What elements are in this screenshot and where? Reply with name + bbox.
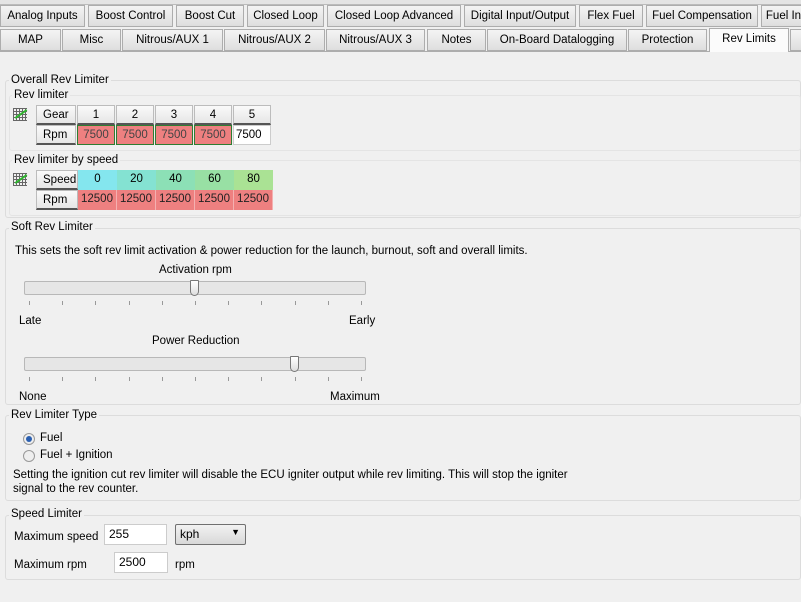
rpm-header: Rpm bbox=[36, 125, 76, 145]
fuel-radio[interactable] bbox=[23, 433, 35, 445]
activation-label: Activation rpm bbox=[159, 264, 232, 276]
tab-fuel-in[interactable]: Fuel In bbox=[761, 5, 801, 27]
slider-tick bbox=[294, 301, 296, 305]
slider-tick bbox=[161, 301, 163, 305]
slider-min-label: Late bbox=[19, 315, 42, 327]
slider-tick bbox=[95, 377, 97, 381]
type-note: Setting the ignition cut rev limiter wil… bbox=[13, 469, 568, 495]
tab-protection[interactable]: Protection bbox=[628, 29, 707, 51]
tab-notes[interactable]: Notes bbox=[427, 29, 486, 51]
group-title: Speed Limiter bbox=[9, 508, 84, 520]
select-value: kph bbox=[180, 527, 200, 541]
rpm-cell[interactable]: 7500 bbox=[77, 125, 115, 145]
tab-digital-input-output[interactable]: Digital Input/Output bbox=[464, 5, 576, 27]
tab-nitrous-aux-1[interactable]: Nitrous/AUX 1 bbox=[122, 29, 223, 51]
rpm-cell[interactable]: 7500 bbox=[233, 125, 271, 145]
tab-fuel-compensation[interactable]: Fuel Compensation bbox=[646, 5, 758, 27]
max-rpm-input[interactable]: 2500 bbox=[114, 552, 168, 573]
tab-boost-cut[interactable]: Boost Cut bbox=[176, 5, 244, 27]
slider-tick bbox=[327, 301, 329, 305]
group-title: Overall Rev Limiter bbox=[9, 74, 111, 86]
tab-rev-limits[interactable]: Rev Limits bbox=[709, 28, 789, 52]
max-speed-input[interactable]: 255 bbox=[104, 524, 167, 545]
slider-tick bbox=[29, 301, 30, 305]
tab-closed-loop-advanced[interactable]: Closed Loop Advanced bbox=[327, 5, 461, 27]
rpm-header: Rpm bbox=[36, 190, 78, 210]
tab-analog-inputs[interactable]: Analog Inputs bbox=[0, 5, 85, 27]
radio-label: Fuel + Ignition bbox=[40, 449, 113, 461]
slider-tick bbox=[195, 301, 196, 305]
table-graph-icon[interactable] bbox=[13, 108, 27, 121]
slider-tick bbox=[261, 301, 263, 305]
group-title: Soft Rev Limiter bbox=[9, 221, 95, 233]
slider-tick bbox=[128, 301, 130, 305]
slider-max-label: Maximum bbox=[330, 391, 380, 403]
rpm-cell[interactable]: 12500 bbox=[117, 190, 156, 210]
slider-min-label: None bbox=[19, 391, 47, 403]
slider-tick bbox=[294, 377, 296, 381]
gear-column-header: 3 bbox=[155, 105, 193, 125]
tab-divider bbox=[0, 51, 801, 52]
slider-tick bbox=[361, 377, 362, 381]
tab-boost-control[interactable]: Boost Control bbox=[88, 5, 173, 27]
slider-tick bbox=[327, 377, 329, 381]
tab-map[interactable]: MAP bbox=[0, 29, 61, 51]
speed-column-header: 80 bbox=[234, 170, 273, 190]
speed-header: Speed bbox=[36, 170, 78, 190]
gear-column-header: 5 bbox=[233, 105, 271, 125]
rpm-cell[interactable]: 7500 bbox=[116, 125, 154, 145]
slider-tick bbox=[195, 377, 196, 381]
chevron-down-icon: ▼ bbox=[231, 527, 240, 537]
soft-description: This sets the soft rev limit activation … bbox=[15, 245, 528, 257]
tab-flex-fuel[interactable]: Flex Fuel bbox=[579, 5, 643, 27]
slider-tick bbox=[261, 377, 263, 381]
slider-track[interactable] bbox=[24, 357, 366, 371]
tab-closed-loop[interactable]: Closed Loop bbox=[247, 5, 324, 27]
rpm-cell[interactable]: 7500 bbox=[194, 125, 232, 145]
rpm-cell[interactable]: 12500 bbox=[195, 190, 234, 210]
fuel-ignition-radio[interactable] bbox=[23, 450, 35, 462]
slider-tick bbox=[29, 377, 30, 381]
speed-unit-select[interactable]: kph ▼ bbox=[175, 524, 246, 545]
slider-thumb[interactable] bbox=[190, 280, 199, 296]
rpm-cell[interactable]: 12500 bbox=[78, 190, 117, 210]
slider-max-label: Early bbox=[349, 315, 376, 327]
group-title: Rev Limiter Type bbox=[9, 409, 100, 421]
tab-on-board-datalogging[interactable]: On-Board Datalogging bbox=[487, 29, 627, 51]
slider-tick bbox=[361, 301, 362, 305]
speed-column-header: 60 bbox=[195, 170, 234, 190]
tab-nitrous-aux-2[interactable]: Nitrous/AUX 2 bbox=[224, 29, 325, 51]
tab-nitrous-aux-3[interactable]: Nitrous/AUX 3 bbox=[326, 29, 425, 51]
gear-column-header: 2 bbox=[116, 105, 154, 125]
gear-header: Gear bbox=[36, 105, 76, 125]
power-label: Power Reduction bbox=[152, 335, 240, 347]
speed-column-header: 20 bbox=[117, 170, 156, 190]
radio-label: Fuel bbox=[40, 432, 63, 444]
tab-overflow[interactable] bbox=[790, 29, 801, 51]
slider-tick bbox=[228, 301, 230, 305]
tab-misc[interactable]: Misc bbox=[62, 29, 121, 51]
slider-tick bbox=[228, 377, 230, 381]
rpm-cell[interactable]: 12500 bbox=[156, 190, 195, 210]
gear-column-header: 4 bbox=[194, 105, 232, 125]
rpm-cell[interactable]: 12500 bbox=[234, 190, 273, 210]
slider-tick bbox=[161, 377, 163, 381]
rpm-unit-label: rpm bbox=[175, 559, 195, 571]
table-graph-icon[interactable] bbox=[13, 173, 27, 186]
slider-thumb[interactable] bbox=[289, 356, 299, 372]
subgroup-title: Rev limiter by speed bbox=[12, 154, 121, 166]
subgroup-title: Rev limiter bbox=[12, 89, 71, 101]
gear-column-header: 1 bbox=[77, 105, 115, 125]
slider-tick bbox=[95, 301, 97, 305]
max-speed-label: Maximum speed bbox=[14, 531, 99, 543]
max-rpm-label: Maximum rpm bbox=[14, 559, 87, 571]
speed-column-header: 40 bbox=[156, 170, 195, 190]
slider-tick bbox=[62, 301, 64, 305]
rpm-cell[interactable]: 7500 bbox=[155, 125, 193, 145]
slider-tick bbox=[128, 377, 130, 381]
speed-column-header: 0 bbox=[78, 170, 117, 190]
slider-tick bbox=[62, 377, 64, 381]
